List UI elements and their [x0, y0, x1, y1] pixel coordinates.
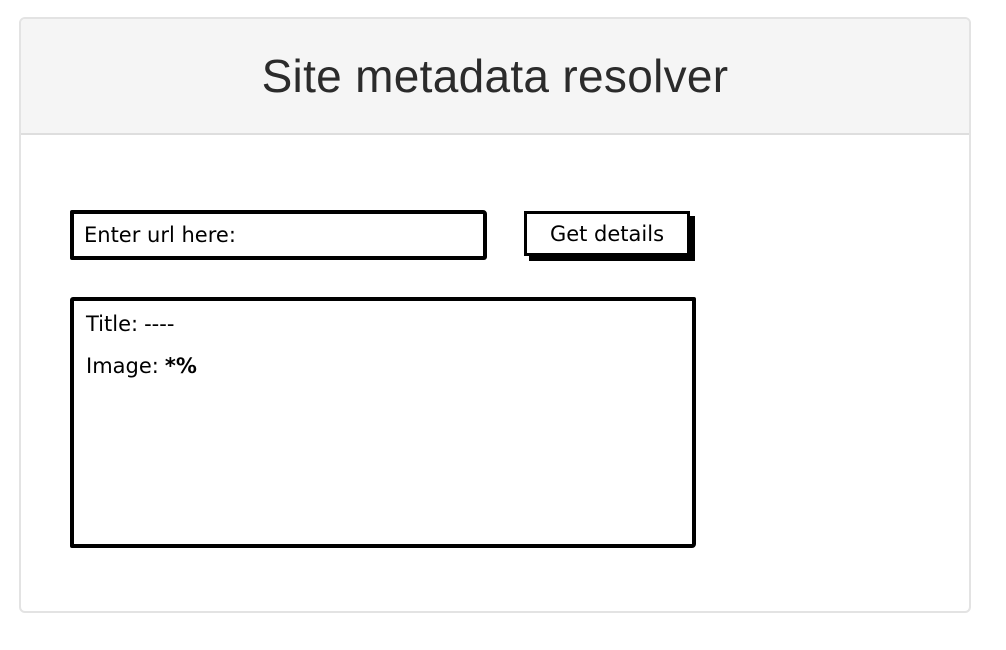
result-title-label: Title:	[86, 312, 139, 336]
url-input-wrapper	[70, 210, 487, 260]
result-image-label: Image:	[86, 354, 159, 378]
result-title-row: Title: ----	[86, 310, 692, 352]
result-panel: Title: ---- Image: *%	[70, 297, 696, 548]
metadata-card: Site metadata resolver Get details Title…	[19, 17, 971, 613]
url-input[interactable]	[84, 223, 483, 247]
page-title: Site metadata resolver	[261, 50, 729, 102]
result-image-row: Image: *%	[86, 352, 692, 394]
result-image-value: *%	[164, 354, 197, 378]
card-header: Site metadata resolver	[21, 19, 969, 135]
result-title-value: ----	[144, 312, 175, 336]
get-details-button[interactable]: Get details	[524, 211, 690, 256]
